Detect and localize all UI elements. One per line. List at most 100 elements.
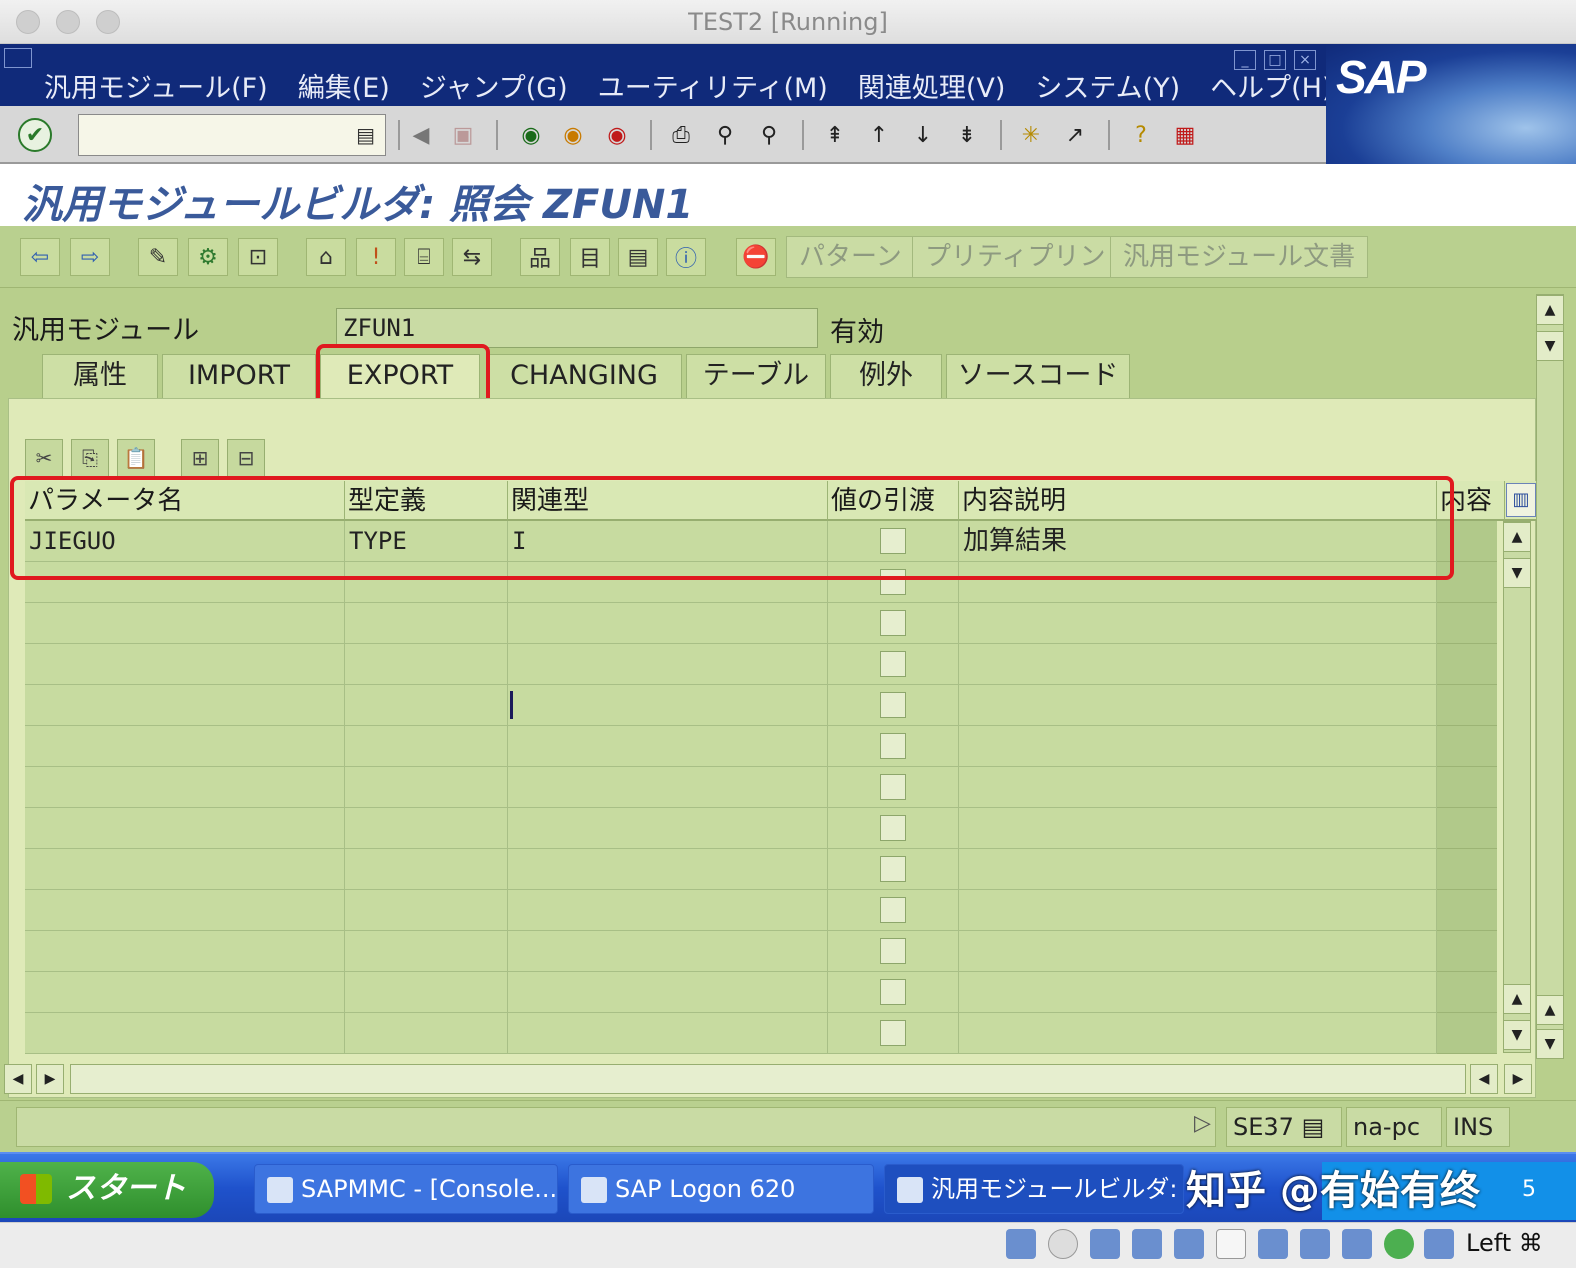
taskbar-item-sap-logon[interactable]: SAP Logon 620 <box>568 1164 874 1214</box>
tab-export[interactable]: EXPORT <box>320 354 480 404</box>
function-module-input[interactable] <box>337 309 817 347</box>
delete-row-icon[interactable]: ⊟ <box>227 439 265 477</box>
horizontal-scroll-track[interactable] <box>70 1064 1466 1094</box>
scroll-right-small-icon[interactable]: ▶ <box>36 1064 64 1094</box>
tab-tables[interactable]: テーブル <box>686 354 826 398</box>
function-module-documentation-button[interactable]: 汎用モジュール文書 <box>1110 236 1369 278</box>
copy-icon[interactable]: ⎘ <box>71 439 109 477</box>
vm-optical-drive-icon[interactable] <box>1048 1229 1078 1259</box>
pass-value-checkbox[interactable] <box>880 569 906 595</box>
pass-value-checkbox[interactable] <box>880 774 906 800</box>
maximize-icon[interactable]: □ <box>1264 50 1286 70</box>
vm-capture-icon[interactable] <box>1300 1229 1330 1259</box>
activate-icon[interactable]: ⌂ <box>306 238 346 276</box>
table-row[interactable] <box>25 890 1497 931</box>
table-row[interactable] <box>25 808 1497 849</box>
table-row[interactable]: JIEGUO TYPE I 加算結果 <box>25 521 1497 562</box>
column-header-typing[interactable]: 型定義 <box>345 481 508 521</box>
long-text-button[interactable] <box>1437 890 1497 931</box>
menu-help[interactable]: ヘルプ(H) <box>1210 66 1332 105</box>
last-page-icon[interactable]: ⇟ <box>950 118 984 152</box>
vm-disk-icon[interactable] <box>1006 1229 1036 1259</box>
other-object-icon[interactable]: ⚙ <box>188 238 228 276</box>
back-icon[interactable]: ◉ <box>514 118 548 152</box>
where-used-icon[interactable]: ⌸ <box>404 238 444 276</box>
long-text-button[interactable] <box>1437 808 1497 849</box>
layout-menu-icon[interactable]: ▦ <box>1168 118 1202 152</box>
long-text-button[interactable] <box>1437 849 1497 890</box>
pass-value-checkbox[interactable] <box>880 692 906 718</box>
table-row[interactable] <box>25 972 1497 1013</box>
shortcut-icon[interactable]: ↗ <box>1058 118 1092 152</box>
table-row[interactable] <box>25 562 1497 603</box>
back-arrow-icon[interactable]: ⇦ <box>20 238 60 276</box>
table-scroll-down-icon[interactable]: ▼ <box>1503 1020 1531 1050</box>
table-row[interactable] <box>25 931 1497 972</box>
scroll-right-icon[interactable]: ▶ <box>1504 1064 1532 1094</box>
table-row[interactable] <box>25 849 1497 890</box>
screen-vertical-scrollbar[interactable]: ▲ ▼ ▲ ▼ <box>1536 294 1564 1059</box>
taskbar-item-sapmmc[interactable]: SAPMMC - [Console... <box>254 1164 558 1214</box>
column-header-parameter-name[interactable]: パラメータ名 <box>25 481 345 521</box>
command-history-icon[interactable]: ▤ <box>356 123 375 147</box>
table-row[interactable] <box>25 644 1497 685</box>
table-page-down-icon[interactable]: ▲ <box>1503 984 1531 1014</box>
page-down-icon[interactable]: ▲ <box>1536 995 1564 1025</box>
close-icon[interactable]: × <box>1294 50 1316 70</box>
vm-audio-icon[interactable] <box>1090 1229 1120 1259</box>
previous-page-icon[interactable]: ↑ <box>862 118 896 152</box>
vm-keyboard-capture-icon[interactable] <box>1424 1229 1454 1259</box>
print-icon[interactable]: ⎙ <box>664 118 698 152</box>
short-text-cell[interactable]: 加算結果 <box>959 521 1437 562</box>
horizontal-scrollbar[interactable]: ◀ ▶ ◀ ▶ <box>0 1060 1540 1098</box>
parameter-name-cell[interactable]: JIEGUO <box>25 521 345 562</box>
paste-icon[interactable]: 📋 <box>117 439 155 477</box>
table-settings-icon[interactable]: ▥ <box>1506 483 1536 517</box>
find-icon[interactable]: ⚲ <box>708 118 742 152</box>
pass-value-checkbox[interactable] <box>880 733 906 759</box>
menu-system[interactable]: システム(Y) <box>1035 66 1180 105</box>
tab-attributes[interactable]: 属性 <box>42 354 158 398</box>
first-page-icon[interactable]: ⇞ <box>818 118 852 152</box>
hierarchy-icon[interactable]: 品 <box>520 238 560 276</box>
display-object-list-icon[interactable]: ▤ <box>618 238 658 276</box>
long-text-button[interactable] <box>1437 603 1497 644</box>
next-page-icon[interactable]: ↓ <box>906 118 940 152</box>
tab-import[interactable]: IMPORT <box>162 354 316 398</box>
test-icon[interactable]: ! <box>356 238 396 276</box>
long-text-button[interactable] <box>1437 931 1497 972</box>
long-text-button[interactable] <box>1437 685 1497 726</box>
vm-network-icon[interactable] <box>1132 1229 1162 1259</box>
vm-status-icon[interactable] <box>1384 1229 1414 1259</box>
pass-value-checkbox[interactable] <box>880 1020 906 1046</box>
table-vertical-scrollbar[interactable]: ▲ ▼ ▲ ▼ <box>1503 521 1531 1053</box>
pass-value-checkbox[interactable] <box>880 938 906 964</box>
long-text-button[interactable] <box>1437 562 1497 603</box>
system-menu-icon[interactable] <box>4 48 32 68</box>
vm-cpu-icon[interactable] <box>1342 1229 1372 1259</box>
scroll-down-icon[interactable]: ▼ <box>1536 1029 1564 1059</box>
cancel-icon[interactable]: ◉ <box>600 118 634 152</box>
pass-value-checkbox[interactable] <box>880 610 906 636</box>
scroll-up-icon[interactable]: ▲ <box>1536 295 1564 325</box>
typing-cell[interactable]: TYPE <box>345 521 508 562</box>
menu-environment[interactable]: 関連処理(V) <box>858 66 1006 105</box>
pattern-button[interactable]: パターン <box>786 236 915 278</box>
page-up-icon[interactable]: ▼ <box>1536 331 1564 361</box>
insert-row-icon[interactable]: ⊞ <box>181 439 219 477</box>
save-icon[interactable]: ▣ <box>446 118 480 152</box>
taskbar-item-function-builder[interactable]: 汎用モジュールビルダ: ... <box>884 1164 1184 1214</box>
system-info-icon[interactable]: ▤ <box>1302 1113 1325 1141</box>
menu-utilities[interactable]: ユーティリティ(M) <box>598 66 828 105</box>
breakpoint-stop-icon[interactable]: ⛔ <box>736 238 776 276</box>
table-row[interactable] <box>25 685 1497 726</box>
menu-edit[interactable]: 編集(E) <box>298 66 390 105</box>
pass-value-checkbox[interactable] <box>880 651 906 677</box>
tab-source-code[interactable]: ソースコード <box>946 354 1130 398</box>
pass-value-checkbox[interactable] <box>880 979 906 1005</box>
create-session-icon[interactable]: ✳ <box>1014 118 1048 152</box>
navigation-window-icon[interactable]: 目 <box>570 238 610 276</box>
column-header-short-text[interactable]: 内容説明 <box>959 481 1437 521</box>
find-next-icon[interactable]: ⚲ <box>752 118 786 152</box>
long-text-button[interactable] <box>1437 726 1497 767</box>
